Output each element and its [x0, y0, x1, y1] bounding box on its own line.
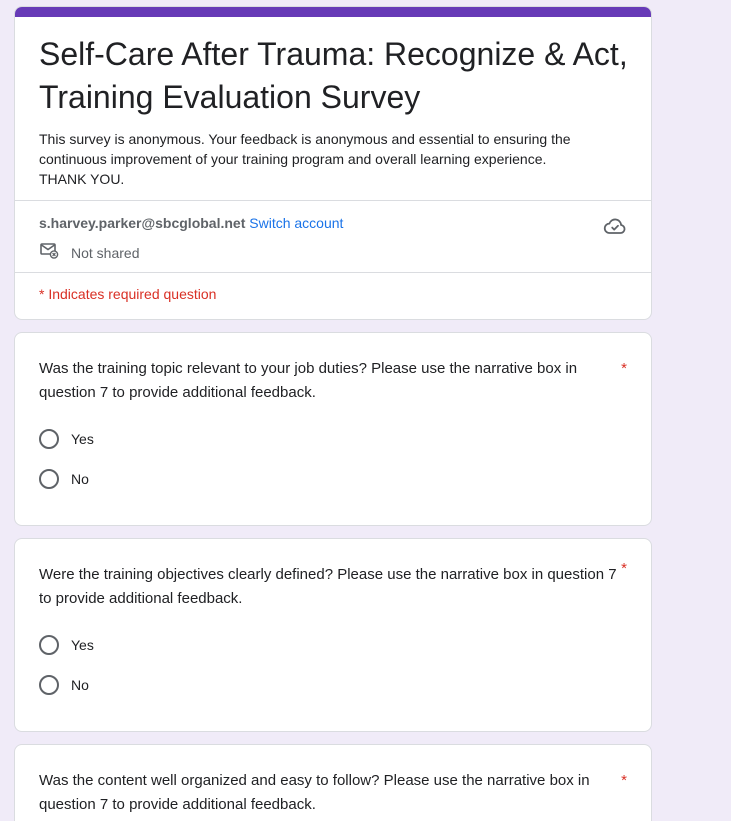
- radio-option-yes[interactable]: Yes: [39, 635, 94, 655]
- radio-option-yes[interactable]: Yes: [39, 429, 94, 449]
- switch-account-link[interactable]: Switch account: [249, 215, 343, 231]
- mail-not-shared-icon: [39, 240, 71, 265]
- required-asterisk: *: [621, 360, 627, 377]
- form-page: Self-Care After Trauma: Recognize & Act,…: [0, 0, 731, 821]
- header-accent-stripe: [15, 7, 651, 17]
- question-card: Were the training objectives clearly def…: [14, 538, 652, 732]
- radio-button[interactable]: [39, 635, 59, 655]
- question-card: Was the training topic relevant to your …: [14, 332, 652, 526]
- form-title: Self-Care After Trauma: Recognize & Act,…: [39, 36, 628, 115]
- header-divider: [15, 272, 651, 273]
- radio-option-label: Yes: [71, 431, 94, 447]
- required-question-note: * Indicates required question: [39, 286, 217, 302]
- question-text: Were the training objectives clearly def…: [39, 566, 617, 607]
- radio-option-no[interactable]: No: [39, 469, 89, 489]
- radio-button[interactable]: [39, 675, 59, 695]
- radio-option-label: No: [71, 677, 89, 693]
- form-description-line: This survey is anonymous. Your feedback …: [39, 131, 571, 147]
- share-status-text: Not shared: [71, 244, 140, 261]
- radio-button[interactable]: [39, 429, 59, 449]
- form-header-card: Self-Care After Trauma: Recognize & Act,…: [14, 6, 652, 320]
- form-description: This survey is anonymous. Your feedback …: [39, 129, 629, 189]
- required-asterisk: *: [621, 560, 627, 577]
- share-status-row: Not shared: [39, 240, 139, 265]
- cloud-save-icon: [603, 214, 627, 238]
- account-email: s.harvey.parker@sbcglobal.net: [39, 215, 246, 231]
- question-card: Was the content well organized and easy …: [14, 744, 652, 821]
- radio-option-label: No: [71, 471, 89, 487]
- radio-option-label: Yes: [71, 637, 94, 653]
- account-row: s.harvey.parker@sbcglobal.net Switch acc…: [39, 214, 343, 232]
- radio-option-no[interactable]: No: [39, 675, 89, 695]
- question-text: Was the content well organized and easy …: [39, 772, 590, 813]
- question-text: Was the training topic relevant to your …: [39, 360, 578, 401]
- form-description-line: THANK YOU.: [39, 171, 125, 187]
- form-description-line: continuous improvement of your training …: [39, 151, 547, 167]
- radio-button[interactable]: [39, 469, 59, 489]
- required-asterisk: *: [621, 772, 627, 789]
- header-divider: [15, 200, 651, 201]
